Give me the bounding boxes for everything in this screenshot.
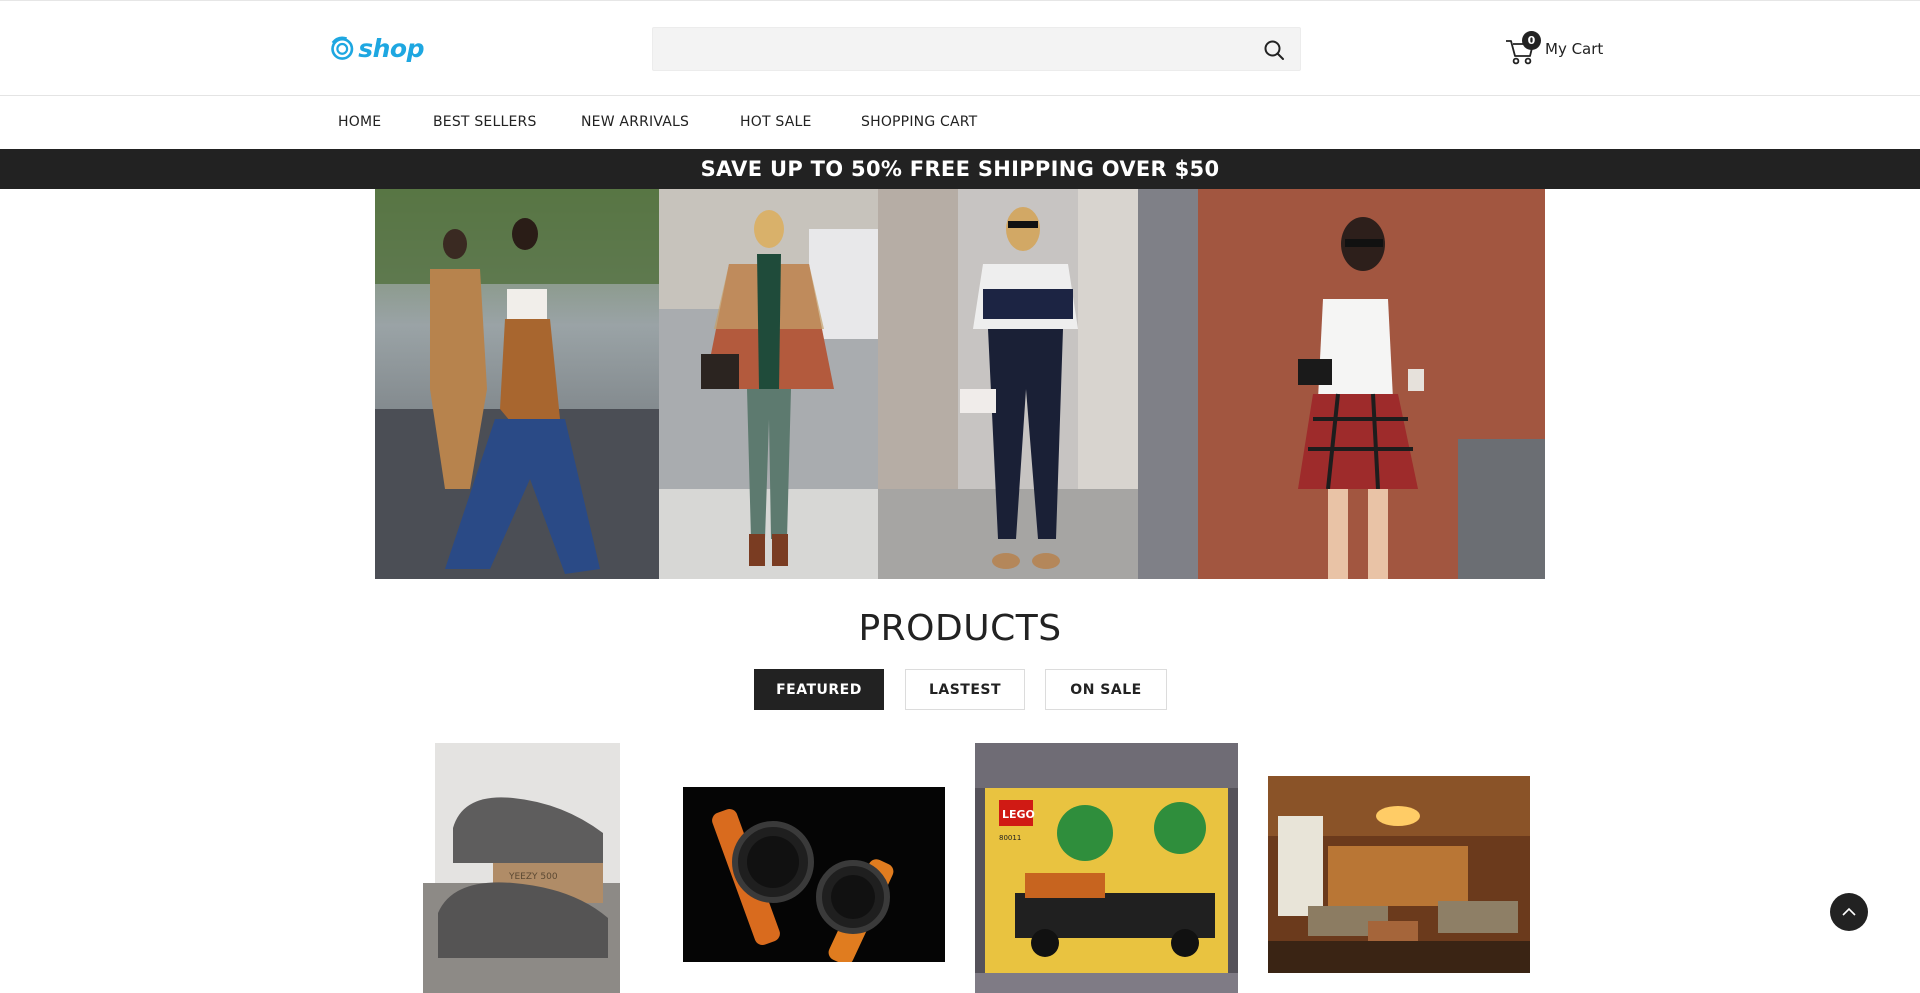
nav-item-best-sellers[interactable]: BEST SELLERS bbox=[433, 114, 537, 130]
shop-logo[interactable]: shop bbox=[329, 32, 424, 64]
product-image-lego-set[interactable]: LEGO 80011 bbox=[975, 743, 1238, 993]
main-nav: HOME BEST SELLERS NEW ARRIVALS HOT SALE … bbox=[0, 97, 1920, 149]
nav-item-new-arrivals[interactable]: NEW ARRIVALS bbox=[581, 114, 689, 130]
back-to-top-button[interactable] bbox=[1830, 893, 1868, 931]
nav-item-shopping-cart[interactable]: SHOPPING CART bbox=[861, 114, 977, 130]
cart-label: My Cart bbox=[1545, 40, 1604, 58]
promo-banner: SAVE UP TO 50% FREE SHIPPING OVER $50 bbox=[0, 149, 1920, 189]
hero-image-street-duo bbox=[375, 189, 659, 579]
nav-item-home[interactable]: HOME bbox=[338, 114, 381, 130]
chevron-up-icon bbox=[1842, 907, 1856, 916]
search-input[interactable] bbox=[653, 28, 1243, 70]
search-bar bbox=[652, 27, 1301, 71]
products-heading: PRODUCTS bbox=[858, 608, 1062, 649]
product-image-lodge-room[interactable] bbox=[1268, 776, 1530, 973]
nav-item-hot-sale[interactable]: HOT SALE bbox=[740, 114, 812, 130]
hero-image-plaid-skirt bbox=[1138, 189, 1545, 579]
cart-button[interactable]: 0 My Cart bbox=[1504, 29, 1603, 69]
lego-logo-text: LEGO bbox=[1002, 808, 1035, 821]
tab-featured[interactable]: FEATURED bbox=[754, 669, 884, 710]
product-tabs: FEATURED LASTEST ON SALE bbox=[0, 669, 1920, 711]
product-image-watches[interactable] bbox=[683, 787, 945, 962]
hero-banner[interactable] bbox=[375, 189, 1545, 579]
hero-image-plaid-poncho bbox=[659, 189, 878, 579]
cart-count-badge: 0 bbox=[1522, 31, 1541, 50]
lego-set-code: 80011 bbox=[999, 834, 1021, 842]
logo-swirl-icon bbox=[331, 36, 354, 60]
tab-latest[interactable]: LASTEST bbox=[905, 669, 1025, 710]
hero-image-striped-tee bbox=[878, 189, 1138, 579]
cart-icon: 0 bbox=[1504, 31, 1541, 66]
product-image-sneakers[interactable]: YEEZY 500 bbox=[423, 743, 620, 993]
site-header: shop 0 My Cart bbox=[0, 1, 1920, 96]
tab-on-sale[interactable]: ON SALE bbox=[1045, 669, 1167, 710]
search-icon[interactable] bbox=[1262, 38, 1286, 62]
sneaker-box-label: YEEZY 500 bbox=[508, 872, 558, 882]
logo-text: shop bbox=[358, 33, 424, 63]
